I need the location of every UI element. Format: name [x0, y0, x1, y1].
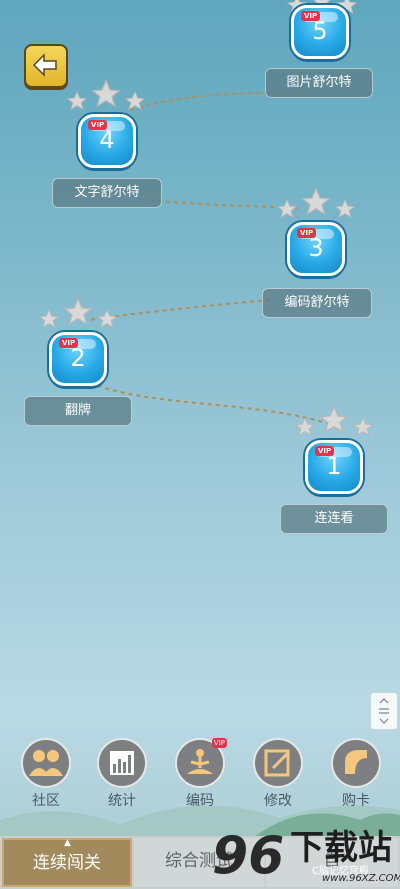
- star-icon: [334, 198, 356, 219]
- level-4-label[interactable]: 文字舒尔特: [52, 178, 162, 208]
- star-icon: [90, 78, 122, 108]
- nav-edit[interactable]: 修改: [250, 738, 306, 810]
- level-number: 3: [308, 234, 324, 262]
- level-1-button[interactable]: VIP 1: [305, 440, 363, 494]
- star-icon: [294, 416, 316, 437]
- scroll-grip-icon: [379, 697, 389, 725]
- level-2-stars: [38, 296, 118, 332]
- tab-continuous[interactable]: ▲ 连续闯关: [2, 838, 132, 887]
- level-number: 5: [312, 17, 328, 45]
- scroll-handle[interactable]: [370, 692, 398, 730]
- star-icon: [66, 90, 88, 111]
- nav-label: 修改: [264, 793, 292, 809]
- level-5-label[interactable]: 图片舒尔特: [265, 68, 373, 98]
- people-icon: [29, 750, 63, 776]
- nav-buy-card[interactable]: 购卡: [328, 738, 384, 810]
- star-icon: [352, 416, 374, 437]
- star-icon: [300, 186, 332, 216]
- level-5-button[interactable]: VIP 5: [291, 5, 349, 59]
- watermark-digits: 96: [212, 826, 285, 886]
- tab-label: 连续闯关: [33, 853, 101, 873]
- caret-up-icon: ▲: [64, 838, 71, 848]
- edit-icon: [264, 749, 291, 777]
- nav-label: 编码: [186, 793, 214, 809]
- back-button[interactable]: [24, 44, 68, 88]
- star-icon: [96, 308, 118, 329]
- level-1-stars: [294, 404, 374, 440]
- level-3-stars: [276, 186, 356, 222]
- nav-statistics[interactable]: 统计: [94, 738, 150, 810]
- star-icon: [276, 198, 298, 219]
- bar-chart-icon: [110, 751, 134, 775]
- nav-label: 购卡: [342, 793, 370, 809]
- level-3-label[interactable]: 编码舒尔特: [262, 288, 372, 318]
- level-4-button[interactable]: VIP 4: [78, 114, 136, 168]
- nav-community[interactable]: 社区: [18, 738, 74, 810]
- vip-badge: VIP: [211, 738, 227, 748]
- level-3-button[interactable]: VIP 3: [287, 222, 345, 276]
- level-number: 1: [326, 452, 342, 480]
- level-number: 2: [70, 344, 86, 372]
- card-icon: [345, 750, 367, 774]
- watermark-url: www.96XZ.COM: [322, 873, 400, 884]
- nav-label: 社区: [32, 793, 60, 809]
- arrow-left-icon: [32, 53, 57, 77]
- star-icon: [62, 296, 94, 326]
- nav-label: 统计: [108, 793, 136, 809]
- level-2-button[interactable]: VIP 2: [49, 332, 107, 386]
- level-number: 4: [99, 126, 115, 154]
- star-icon: [318, 404, 350, 434]
- star-icon: [38, 308, 60, 329]
- level-4-stars: [66, 78, 146, 114]
- nav-encoding[interactable]: VIP 编码: [172, 738, 228, 810]
- level-1-label[interactable]: 连连看: [280, 504, 388, 534]
- level-2-label[interactable]: 翻牌: [24, 396, 132, 426]
- star-icon: [124, 90, 146, 111]
